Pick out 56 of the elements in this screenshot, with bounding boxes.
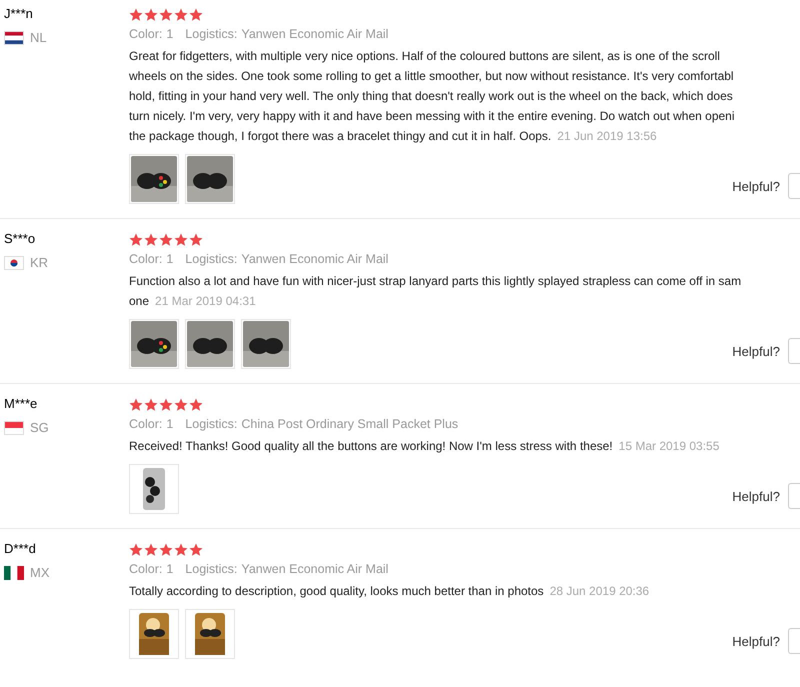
logistics-value: Yanwen Economic Air Mail <box>241 252 388 266</box>
reviewer-name: D***d <box>4 541 36 556</box>
color-label: Color: <box>129 27 162 41</box>
review-text: Totally according to description, good quality, looks much better than in photos 28 Jun 2019 20:36 <box>129 583 650 600</box>
logistics-value: China Post Ordinary Small Packet Plus <box>241 417 458 431</box>
star-icon <box>174 8 188 22</box>
country-code: NL <box>30 30 47 45</box>
review-text: Received! Thanks! Good quality all the buttons are working! Now I'm less stress with these! 15 Mar 2019 03:55 <box>129 438 720 455</box>
country-code: MX <box>30 565 50 580</box>
star-icon <box>144 543 158 557</box>
reviewer-name: S***o <box>4 231 36 246</box>
logistics-value: Yanwen Economic Air Mail <box>241 27 388 41</box>
helpful-label: Helpful? <box>732 344 780 358</box>
logistics-label: Logistics: <box>185 562 238 576</box>
flag-icon <box>4 420 24 434</box>
star-icon <box>189 398 203 412</box>
reviewer-name: J***n <box>4 6 33 21</box>
color-value: 1 <box>166 417 174 431</box>
color-label: Color: <box>129 252 162 266</box>
flag-icon <box>4 256 24 270</box>
star-icon <box>189 8 203 22</box>
reviewer-name: M***e <box>4 396 38 411</box>
color-label: Color: <box>129 562 162 576</box>
country-code: SG <box>30 420 49 435</box>
star-icon <box>174 543 188 557</box>
logistics-label: Logistics: <box>185 27 238 41</box>
star-icon <box>159 543 173 557</box>
helpful-label: Helpful? <box>732 488 780 504</box>
color-label: Color: <box>129 417 162 431</box>
flag-icon <box>4 30 24 44</box>
star-icon <box>129 398 143 412</box>
review-text: Function also a lot and have fun with nicer-just strap lanyard parts this lightly splayed strapless can come off in sam one 21 Mar 2019 04:31 <box>129 273 742 310</box>
color-value: 1 <box>166 252 174 266</box>
review-text: Great for fidgetters, with multiple very nice options. Half of the coloured buttons are silent, as is one of the scroll wheels on the sides. One took some rolling to get a little smoother, but now without resistance. It's very comfortabl hold, fitting in your hand very well. The only thing that doesn't really work out is the wheel on the back, which does turn nicely. I'm very, very happy with it and have been messing with it the entire evening. Do watch out when openi the package though, I forgot there was a bracelet thingy and cut it in half. Oops. 21 Jun 2019 13:56 <box>129 48 736 145</box>
country-code: KR <box>30 255 48 270</box>
helpful-label: Helpful? <box>732 634 780 648</box>
color-value: 1 <box>166 562 174 576</box>
helpful-label: Helpful? <box>732 178 780 194</box>
star-icon <box>144 398 158 412</box>
star-icon <box>174 398 188 412</box>
star-icon <box>174 233 188 247</box>
star-icon <box>144 8 158 22</box>
star-icon <box>129 8 143 22</box>
logistics-label: Logistics: <box>185 417 238 431</box>
star-icon <box>159 233 173 247</box>
star-icon <box>159 8 173 22</box>
star-icon <box>144 233 158 247</box>
flag-icon <box>4 566 24 580</box>
logistics-value: Yanwen Economic Air Mail <box>241 562 388 576</box>
logistics-label: Logistics: <box>185 252 238 266</box>
star-icon <box>189 543 203 557</box>
star-icon <box>189 233 203 247</box>
star-icon <box>129 233 143 247</box>
color-value: 1 <box>166 27 174 41</box>
star-icon <box>159 398 173 412</box>
star-icon <box>129 543 143 557</box>
